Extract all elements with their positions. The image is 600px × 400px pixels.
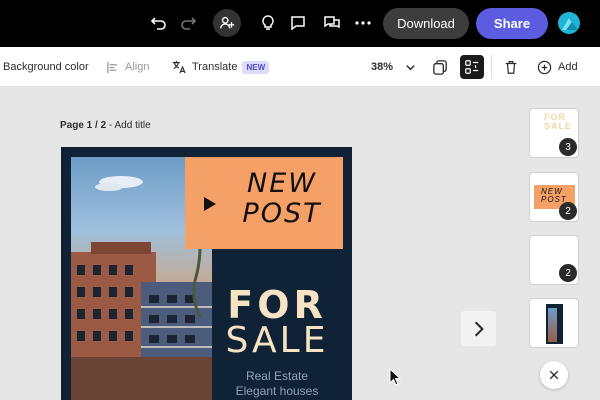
headline-line2: POST	[242, 198, 322, 229]
align-button[interactable]: Align	[106, 47, 149, 87]
headline-text[interactable]: NEW POST	[232, 169, 332, 229]
page-separator: -	[108, 120, 113, 131]
add-title-link[interactable]: Add title	[115, 120, 151, 131]
page-indicator: Page 1 / 2	[60, 120, 107, 131]
zoom-value: 38%	[371, 61, 394, 73]
thumbnail-poster-mini	[546, 304, 563, 344]
add-label: Add	[558, 61, 578, 73]
lightbulb-icon[interactable]	[254, 9, 282, 37]
mouse-cursor-icon	[389, 367, 403, 391]
subtitle-line2[interactable]: Elegant houses	[211, 384, 343, 398]
duplicate-page-icon[interactable]	[428, 55, 452, 79]
sale-text[interactable]: SALE	[211, 321, 343, 361]
chat-icon[interactable]	[318, 9, 346, 37]
toolbar-divider	[491, 55, 492, 79]
subtitle-line1[interactable]: Real Estate	[211, 369, 343, 383]
comment-icon[interactable]	[284, 9, 312, 37]
top-bar: Download Share	[0, 0, 600, 47]
add-page-button[interactable]: Add	[537, 47, 578, 87]
trash-icon[interactable]	[499, 55, 523, 79]
page-title: Page 1 / 2 - Add title	[60, 120, 151, 131]
poster-page[interactable]: NEW POST FOR SALE Real Estate Elegant ho…	[61, 147, 352, 400]
translate-button[interactable]: Translate NEW	[172, 47, 270, 87]
plus-circle-icon	[537, 60, 552, 74]
background-color-button[interactable]: Background color	[3, 47, 89, 87]
next-page-button[interactable]	[461, 311, 496, 346]
redo-icon[interactable]	[174, 9, 202, 37]
headline-line1: NEW	[247, 168, 317, 199]
align-icon	[107, 61, 118, 73]
for-text[interactable]: FOR	[211, 285, 343, 325]
thumbnail-count-badge: 2	[559, 264, 577, 282]
close-thumbnails-button[interactable]	[540, 361, 568, 389]
new-badge: NEW	[242, 60, 270, 74]
thumbnail-count-badge: 3	[559, 138, 577, 156]
thumbnail-count-badge: 2	[559, 202, 577, 220]
zoom-dropdown[interactable]: 38%	[371, 47, 416, 87]
chevron-right-icon	[474, 321, 484, 336]
add-user-icon[interactable]	[213, 9, 241, 37]
context-toolbar: Background color Align Translate NEW 38%…	[0, 47, 600, 87]
play-icon	[204, 197, 216, 211]
download-button[interactable]: Download	[383, 8, 469, 39]
translate-icon	[172, 60, 186, 74]
close-icon	[549, 370, 559, 380]
page-thumbnail-4[interactable]	[529, 298, 579, 348]
pages-view-icon[interactable]	[460, 55, 484, 79]
chevron-down-icon	[406, 64, 415, 70]
more-icon[interactable]	[349, 9, 377, 37]
share-button[interactable]: Share	[476, 8, 548, 39]
align-label: Align	[125, 61, 150, 73]
translate-label: Translate	[192, 61, 238, 73]
undo-icon[interactable]	[145, 9, 173, 37]
thumbnail-label: FOR SALE	[544, 112, 573, 131]
background-color-label: Background color	[3, 61, 89, 73]
avatar[interactable]	[558, 12, 580, 34]
